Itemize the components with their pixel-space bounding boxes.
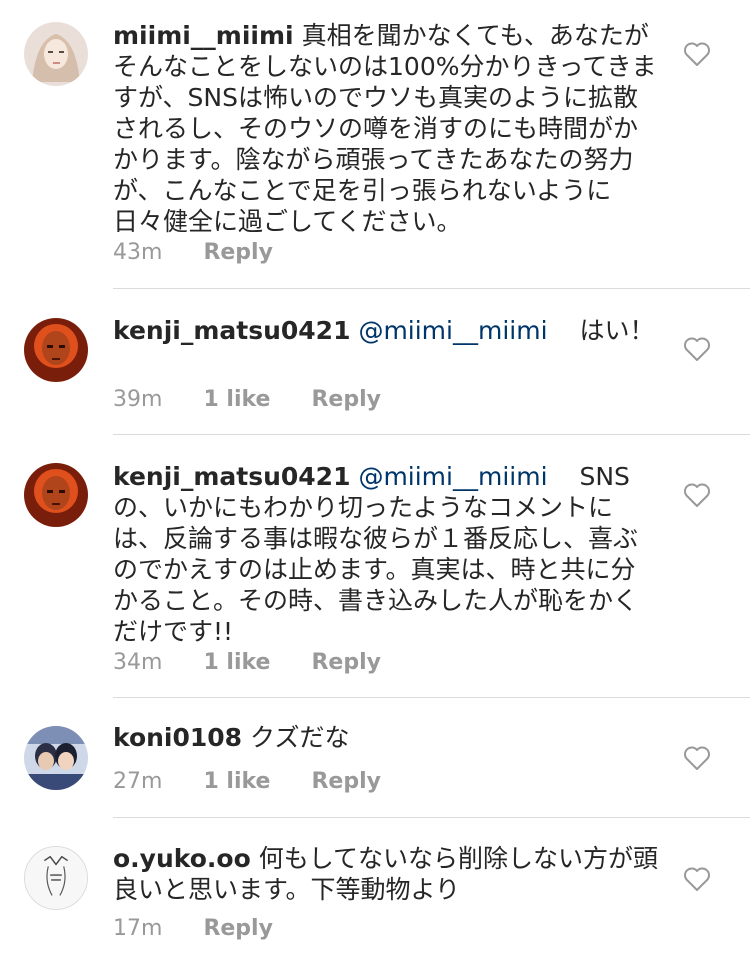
heart-outline-icon[interactable]: [683, 336, 711, 362]
comment-username[interactable]: kenji_matsu0421: [113, 462, 350, 491]
comment-timestamp: 43m: [113, 240, 163, 265]
comment-username[interactable]: koni0108: [113, 723, 242, 752]
reply-button[interactable]: Reply: [311, 387, 381, 412]
avatar[interactable]: [24, 846, 88, 910]
heart-outline-icon[interactable]: [683, 41, 711, 67]
avatar[interactable]: [24, 463, 88, 527]
comment-text: koni0108 クズだな: [113, 722, 658, 753]
comment-body: 真相を聞かなくても、あなたがそんなことをしないのは100%分かりきってきますが、…: [113, 21, 657, 236]
likes-count[interactable]: 1 like: [203, 769, 270, 794]
comment-body: はい！: [579, 316, 655, 345]
comment-text: kenji_matsu0421 @miimi__miimi SNSの、いかにもわ…: [113, 461, 658, 647]
likes-count[interactable]: 1 like: [203, 387, 270, 412]
comment-meta: 34m 1 like Reply: [113, 650, 415, 675]
reply-button[interactable]: Reply: [203, 240, 273, 265]
comment-mention[interactable]: @miimi__miimi: [358, 462, 547, 491]
comment-timestamp: 39m: [113, 387, 163, 412]
reply-button[interactable]: Reply: [203, 916, 273, 941]
divider: [113, 697, 750, 698]
comment-meta: 39m 1 like Reply: [113, 387, 415, 412]
comment-meta: 43m Reply: [113, 240, 307, 265]
heart-outline-icon[interactable]: [683, 745, 711, 771]
avatar[interactable]: [24, 726, 88, 790]
comment-text: o.yuko.oo 何もしてないなら削除しない方が頭良いと思います。下等動物より: [113, 843, 658, 905]
comment-text: miimi__miimi 真相を聞かなくても、あなたがそんなことをしないのは10…: [113, 20, 658, 237]
divider: [113, 434, 750, 435]
comment-username[interactable]: o.yuko.oo: [113, 844, 251, 873]
comment-username[interactable]: miimi__miimi: [113, 21, 294, 50]
comment-username[interactable]: kenji_matsu0421: [113, 316, 350, 345]
divider: [113, 817, 750, 818]
comment-body: クズだな: [250, 723, 350, 752]
reply-button[interactable]: Reply: [311, 650, 381, 675]
heart-outline-icon[interactable]: [683, 866, 711, 892]
reply-button[interactable]: Reply: [311, 769, 381, 794]
heart-outline-icon[interactable]: [683, 482, 711, 508]
comment-timestamp: 27m: [113, 769, 163, 794]
comment-meta: 17m Reply: [113, 916, 307, 941]
divider: [113, 288, 750, 289]
comment-text: kenji_matsu0421 @miimi__miimi はい！: [113, 315, 658, 346]
comment-timestamp: 17m: [113, 916, 163, 941]
comment-meta: 27m 1 like Reply: [113, 769, 415, 794]
avatar[interactable]: [24, 22, 88, 86]
comment-mention[interactable]: @miimi__miimi: [358, 316, 547, 345]
likes-count[interactable]: 1 like: [203, 650, 270, 675]
comment-timestamp: 34m: [113, 650, 163, 675]
avatar[interactable]: [24, 318, 88, 382]
